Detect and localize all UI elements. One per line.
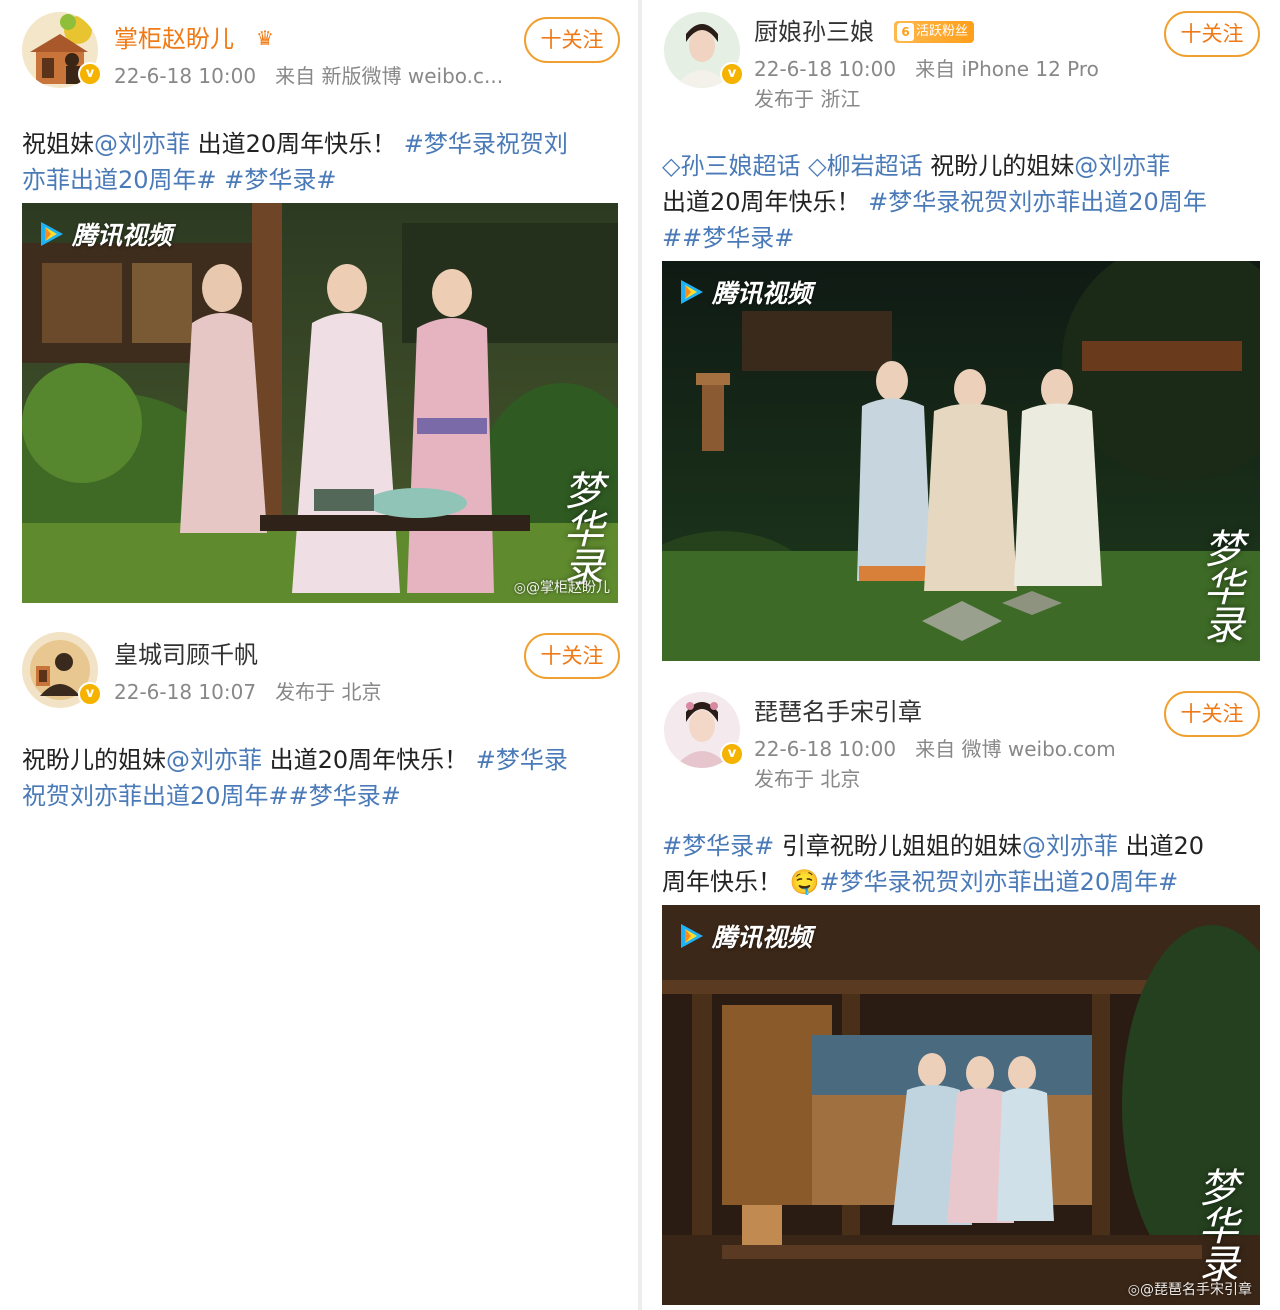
platform-name: 腾讯视频	[72, 221, 173, 250]
post-source: 来自 新版微博 weibo.c...	[275, 64, 504, 88]
post-text: 引章祝盼儿姐姐的姐妹	[774, 832, 1022, 860]
post-location: 发布于 北京	[754, 767, 861, 791]
image-watermark: ◎@掌柜赵盼儿	[513, 580, 610, 596]
image-watermark: ◎@琵琶名手宋引章	[1127, 1282, 1252, 1298]
hashtag-link[interactable]: 亦菲出道20周年#	[22, 166, 217, 194]
hashtag-link[interactable]: #梦华录祝贺刘亦菲出道20周年	[868, 188, 1207, 216]
weibo-post: v 琵琶名手宋引章 22-6-18 10:00 来自 微博 weibo.com …	[642, 680, 1280, 1310]
post-location: 发布于 浙江	[754, 87, 861, 111]
post-time: 22-6-18 10:00	[114, 64, 257, 88]
post-meta: 22-6-18 10:07 发布于 北京	[114, 679, 382, 705]
fan-level: 6	[897, 23, 914, 41]
post-image[interactable]: 腾讯视频 梦华录	[662, 261, 1260, 661]
tencent-video-logo: 腾讯视频	[676, 919, 812, 953]
weibo-post: v 掌柜赵盼儿 ♛ 22-6-18 10:00 来自 新版微博 weibo.c.…	[0, 0, 638, 620]
avatar[interactable]: v	[22, 632, 102, 708]
mention-link[interactable]: @刘亦菲	[1022, 832, 1118, 860]
post-text: 祝姐妹	[22, 130, 94, 158]
play-icon	[41, 222, 63, 246]
weibo-post: v 厨娘孙三娘 6 活跃粉丝 22-6-18 10:00 来自 iPhone 1…	[642, 0, 1280, 680]
username[interactable]: 琵琶名手宋引章	[754, 697, 922, 727]
post-text: 周年快乐！	[662, 868, 790, 896]
post-time: 22-6-18 10:00	[754, 737, 897, 761]
post-content: 祝姐妹@刘亦菲 出道20周年快乐！ #梦华录祝贺刘亦菲出道20周年# #梦华录#	[22, 126, 622, 198]
hashtag-link[interactable]: #梦华录祝贺刘	[404, 130, 568, 158]
watermark-text: @琵琶名手宋引章	[1140, 1282, 1252, 1298]
platform-name: 腾讯视频	[712, 279, 813, 308]
verified-badge-icon: v	[720, 742, 744, 766]
mention-link[interactable]: @刘亦菲	[1074, 152, 1170, 180]
tencent-video-logo: 腾讯视频	[36, 217, 172, 251]
avatar[interactable]: v	[664, 12, 744, 88]
post-image[interactable]: 腾讯视频 梦华录 ◎@掌柜赵盼儿	[22, 203, 618, 603]
post-text: 出道20周年快乐！	[662, 188, 869, 216]
post-location: 发布于 北京	[275, 680, 382, 704]
play-icon	[681, 280, 703, 304]
username[interactable]: 厨娘孙三娘	[754, 17, 874, 47]
post-content: ◇孙三娘超话 ◇柳岩超话 祝盼儿的姐妹@刘亦菲 出道20周年快乐！ #梦华录祝贺刘…	[662, 148, 1266, 256]
feed-column-right: v 厨娘孙三娘 6 活跃粉丝 22-6-18 10:00 来自 iPhone 1…	[642, 0, 1280, 1310]
mention-link[interactable]: @刘亦菲	[166, 746, 262, 774]
post-meta: 22-6-18 10:00 来自 iPhone 12 Pro	[754, 56, 1099, 82]
mention-link[interactable]: @刘亦菲	[94, 130, 190, 158]
post-content: 祝盼儿的姐妹@刘亦菲 出道20周年快乐！ #梦华录祝贺刘亦菲出道20周年##梦华…	[22, 742, 622, 814]
post-time: 22-6-18 10:00	[754, 57, 897, 81]
hashtag-link[interactable]: 祝贺刘亦菲出道20周年##梦华录#	[22, 782, 401, 810]
hashtag-link[interactable]: #梦华录祝贺刘亦菲出道20周年#	[820, 868, 1179, 896]
follow-button[interactable]: 十关注	[1164, 691, 1260, 737]
verified-badge-icon: v	[78, 682, 102, 706]
username[interactable]: 皇城司顾千帆	[114, 640, 258, 670]
post-text: 出道20周年快乐！	[190, 130, 404, 158]
username[interactable]: 掌柜赵盼儿	[114, 24, 234, 54]
fan-badge-label: 活跃粉丝	[916, 24, 969, 39]
post-text: 祝盼儿的姐妹	[22, 746, 166, 774]
hashtag-link[interactable]: #梦华录	[476, 746, 568, 774]
drooling-emoji-icon: 🤤	[789, 868, 820, 896]
supertopic-label: 柳岩超话	[826, 152, 923, 180]
post-meta: 22-6-18 10:00 来自 新版微博 weibo.c...	[114, 63, 503, 89]
supertopic-link[interactable]: ◇孙三娘超话	[662, 152, 800, 180]
avatar[interactable]: v	[22, 12, 102, 88]
supertopic-link[interactable]: ◇柳岩超话	[808, 152, 922, 180]
crown-icon: ♛	[256, 26, 274, 50]
verified-badge-icon: v	[720, 62, 744, 86]
platform-name: 腾讯视频	[712, 923, 813, 952]
drama-title-calligraphy: 梦华录	[564, 469, 604, 591]
weibo-post: v 皇城司顾千帆 22-6-18 10:07 发布于 北京 十关注 祝盼儿的姐妹…	[0, 620, 638, 840]
post-source: 来自 iPhone 12 Pro	[915, 57, 1099, 81]
play-icon	[681, 924, 703, 948]
diamond-icon: ◇	[808, 152, 827, 180]
post-source: 来自 微博 weibo.com	[915, 737, 1116, 761]
post-meta: 22-6-18 10:00 来自 微博 weibo.com	[754, 736, 1116, 762]
post-content: #梦华录# 引章祝盼儿姐姐的姐妹@刘亦菲 出道20 周年快乐！ 🤤#梦华录祝贺刘亦…	[662, 828, 1270, 900]
hashtag-link[interactable]: #梦华录#	[217, 166, 336, 194]
feed-column-left: v 掌柜赵盼儿 ♛ 22-6-18 10:00 来自 新版微博 weibo.c.…	[0, 0, 638, 1310]
drama-title-calligraphy: 梦华录	[1199, 1166, 1239, 1288]
tencent-video-logo: 腾讯视频	[676, 275, 812, 309]
avatar[interactable]: v	[664, 692, 744, 768]
post-text: 出道20周年快乐！	[262, 746, 476, 774]
post-text: 出道20	[1117, 832, 1205, 860]
watermark-text: @掌柜赵盼儿	[526, 580, 610, 596]
active-fan-badge: 6 活跃粉丝	[894, 21, 975, 43]
follow-button[interactable]: 十关注	[524, 633, 620, 679]
post-time: 22-6-18 10:07	[114, 680, 257, 704]
post-image[interactable]: 腾讯视频 梦华录 ◎@琵琶名手宋引章	[662, 905, 1260, 1305]
hashtag-link[interactable]: ##梦华录#	[662, 224, 794, 252]
follow-button[interactable]: 十关注	[524, 17, 620, 63]
verified-badge-icon: v	[78, 62, 102, 86]
diamond-icon: ◇	[662, 152, 681, 180]
hashtag-link[interactable]: #梦华录#	[662, 832, 774, 860]
drama-title-calligraphy: 梦华录	[1204, 527, 1244, 649]
supertopic-label: 孙三娘超话	[680, 152, 801, 180]
follow-button[interactable]: 十关注	[1164, 11, 1260, 57]
post-text: 祝盼儿的姐妹	[922, 152, 1075, 180]
